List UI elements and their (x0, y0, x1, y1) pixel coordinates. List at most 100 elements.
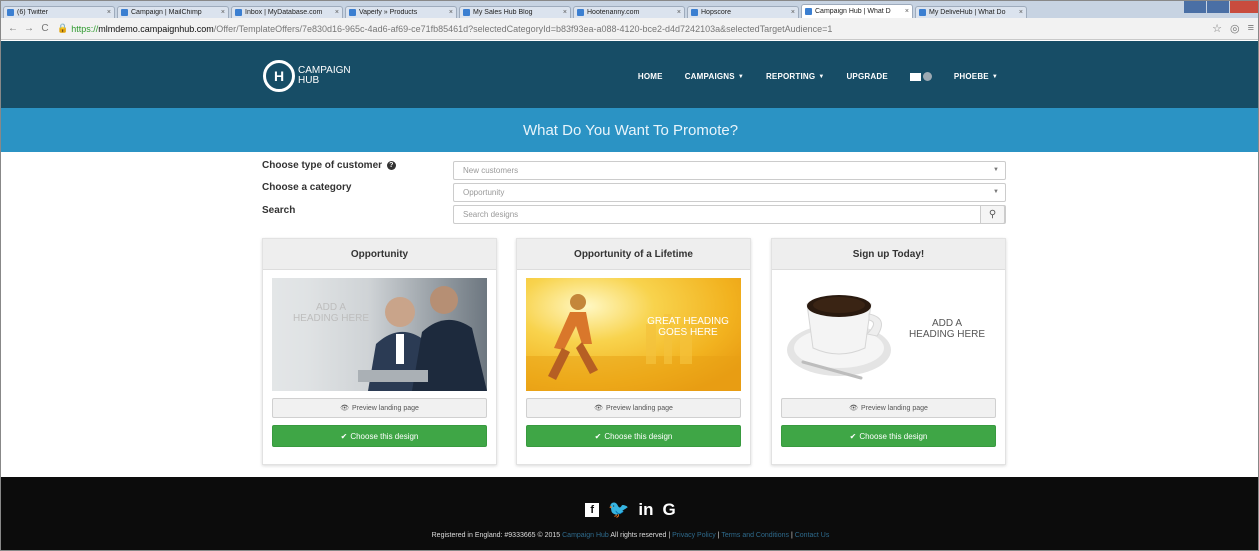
search-button[interactable]: ⚲ (980, 205, 1005, 224)
design-card: Sign up Today! ADD A HEADING HERE 👁 Previ… (771, 238, 1006, 465)
tab-favicon-icon (349, 9, 356, 16)
nav-campaigns[interactable]: CAMPAIGNS ▼ (685, 72, 744, 81)
design-card: Opportunity of a Lifetime GREAT HEADING … (516, 238, 751, 465)
browser-tab[interactable]: (6) Twitter × (3, 6, 115, 18)
envelope-icon (909, 72, 921, 81)
footer-brand-link[interactable]: Campaign Hub (562, 532, 609, 539)
customer-type-select[interactable]: New customers ▼ (453, 161, 1006, 180)
social-links: f 🐦 in G (1, 500, 1258, 520)
preview-landing-page-button[interactable]: 👁 Preview landing page (272, 398, 487, 418)
tab-close-icon[interactable]: × (905, 8, 909, 15)
caret-down-icon: ▼ (991, 73, 998, 80)
nav-reporting[interactable]: REPORTING ▼ (766, 72, 825, 81)
checkmark-icon: ✔ (594, 431, 602, 441)
user-menu[interactable]: PHOEBE ▼ (954, 72, 998, 81)
tab-close-icon[interactable]: × (677, 9, 681, 16)
tab-favicon-icon (805, 8, 812, 15)
thumb-heading: GREAT HEADING GOES HERE (647, 316, 729, 338)
eye-icon: 👁 (849, 405, 858, 412)
search-label: Search (262, 205, 296, 216)
nav-home[interactable]: HOME (638, 72, 663, 81)
tab-close-icon[interactable]: × (449, 9, 453, 16)
browser-tab[interactable]: Hootenanny.com × (573, 6, 685, 18)
card-title: Sign up Today! (772, 239, 1005, 270)
twitter-icon[interactable]: 🐦 (608, 500, 629, 520)
preview-landing-page-button[interactable]: 👁 Preview landing page (526, 398, 741, 418)
design-thumbnail[interactable]: GREAT HEADING GOES HERE (526, 278, 741, 391)
customer-type-label: Choose type of customer ? (262, 160, 396, 171)
extension-icon[interactable]: ◎ (1230, 22, 1240, 35)
menu-icon[interactable]: ≡ (1248, 22, 1254, 35)
logo-mark: H (263, 60, 295, 92)
browser-window: (6) Twitter × Campaign | MailChimp × Inbox… (0, 0, 1259, 551)
choose-design-button[interactable]: ✔ Choose this design (781, 425, 996, 447)
design-card: Opportunity ADD A HEADING HERE 👁 Preview… (262, 238, 497, 465)
tab-favicon-icon (577, 9, 584, 16)
page-title: What Do You Want To Promote? (522, 121, 739, 139)
nav-upgrade[interactable]: UPGRADE (846, 72, 887, 81)
select-arrow-icon: ▼ (993, 189, 999, 195)
linkedin-icon[interactable]: in (638, 500, 653, 520)
browser-tab[interactable]: My Sales Hub Blog × (459, 6, 571, 18)
terms-link[interactable]: Terms and Conditions (721, 532, 789, 539)
browser-tab[interactable]: My DeliveHub | What Do × (915, 6, 1027, 18)
checkmark-icon: ✔ (340, 431, 348, 441)
tab-favicon-icon (691, 9, 698, 16)
tab-close-icon[interactable]: × (1019, 9, 1023, 16)
tab-close-icon[interactable]: × (107, 9, 111, 16)
tab-favicon-icon (121, 9, 128, 16)
category-select[interactable]: Opportunity ▼ (453, 183, 1006, 202)
search-input[interactable]: Search designs ⚲ (453, 205, 1006, 224)
tab-close-icon[interactable]: × (221, 9, 225, 16)
tab-favicon-icon (235, 9, 242, 16)
browser-tab[interactable]: Vapeify » Products × (345, 6, 457, 18)
help-icon[interactable]: ? (386, 161, 396, 170)
card-title: Opportunity of a Lifetime (517, 239, 750, 270)
thumb-heading: ADD A HEADING HERE (908, 318, 986, 340)
tab-close-icon[interactable]: × (791, 9, 795, 16)
search-icon: ⚲ (988, 209, 997, 220)
browser-tab[interactable]: Campaign | MailChimp × (117, 6, 229, 18)
browser-tab[interactable]: Inbox | MyDatabase.com × (231, 6, 343, 18)
messages-button[interactable] (909, 72, 932, 81)
star-icon[interactable]: ☆ (1212, 22, 1222, 35)
lock-icon: 🔒 (57, 23, 69, 33)
facebook-icon[interactable]: f (585, 503, 600, 517)
google-icon[interactable]: G (663, 500, 676, 520)
browser-tab[interactable]: Hopscore × (687, 6, 799, 18)
site-footer: f 🐦 in G Registered in England: #9333665… (1, 477, 1258, 550)
tab-favicon-icon (7, 9, 14, 16)
choose-design-button[interactable]: ✔ Choose this design (272, 425, 487, 447)
caret-down-icon: ▼ (737, 73, 744, 80)
checkmark-icon: ✔ (849, 431, 857, 441)
tab-favicon-icon (919, 9, 926, 16)
promote-banner: What Do You Want To Promote? (1, 108, 1258, 152)
footer-text: Registered in England: #9333665 © 2015 C… (431, 532, 830, 539)
select-arrow-icon: ▼ (993, 167, 999, 173)
main-nav: HOME CAMPAIGNS ▼ REPORTING ▼ UPGRADE PHOEB… (638, 72, 998, 81)
thumb-heading: ADD A HEADING HERE (292, 302, 370, 324)
campaign-hub-logo[interactable]: H CAMPAIGN HUB (263, 60, 351, 92)
message-badge (922, 72, 932, 81)
back-arrow-icon[interactable]: ← (7, 23, 19, 34)
privacy-policy-link[interactable]: Privacy Policy (672, 532, 716, 539)
reload-icon[interactable]: C (39, 23, 51, 34)
design-thumbnail[interactable]: ADD A HEADING HERE (781, 278, 996, 391)
category-label: Choose a category (262, 182, 352, 193)
contact-us-link[interactable]: Contact Us (795, 532, 830, 539)
maximize-icon[interactable] (1207, 1, 1229, 13)
choose-design-button[interactable]: ✔ Choose this design (526, 425, 741, 447)
tab-close-icon[interactable]: × (335, 9, 339, 16)
window-close-icon[interactable] (1230, 1, 1258, 13)
eye-icon: 👁 (594, 405, 603, 412)
preview-landing-page-button[interactable]: 👁 Preview landing page (781, 398, 996, 418)
design-thumbnail[interactable]: ADD A HEADING HERE (272, 278, 487, 391)
forward-arrow-icon[interactable]: → (23, 23, 35, 34)
site-header: H CAMPAIGN HUB HOME CAMPAIGNS ▼ REPORTING… (1, 41, 1258, 108)
tab-close-icon[interactable]: × (563, 9, 567, 16)
browser-tab-active[interactable]: Campaign Hub | What D × (801, 4, 913, 18)
caret-down-icon: ▼ (818, 73, 825, 80)
browser-tabbar: (6) Twitter × Campaign | MailChimp × Inbox… (1, 1, 1258, 18)
minimize-icon[interactable] (1184, 1, 1206, 13)
url-field[interactable]: 🔒 https:// mlmdemo.campaignhub.com /Offe… (55, 21, 1204, 36)
